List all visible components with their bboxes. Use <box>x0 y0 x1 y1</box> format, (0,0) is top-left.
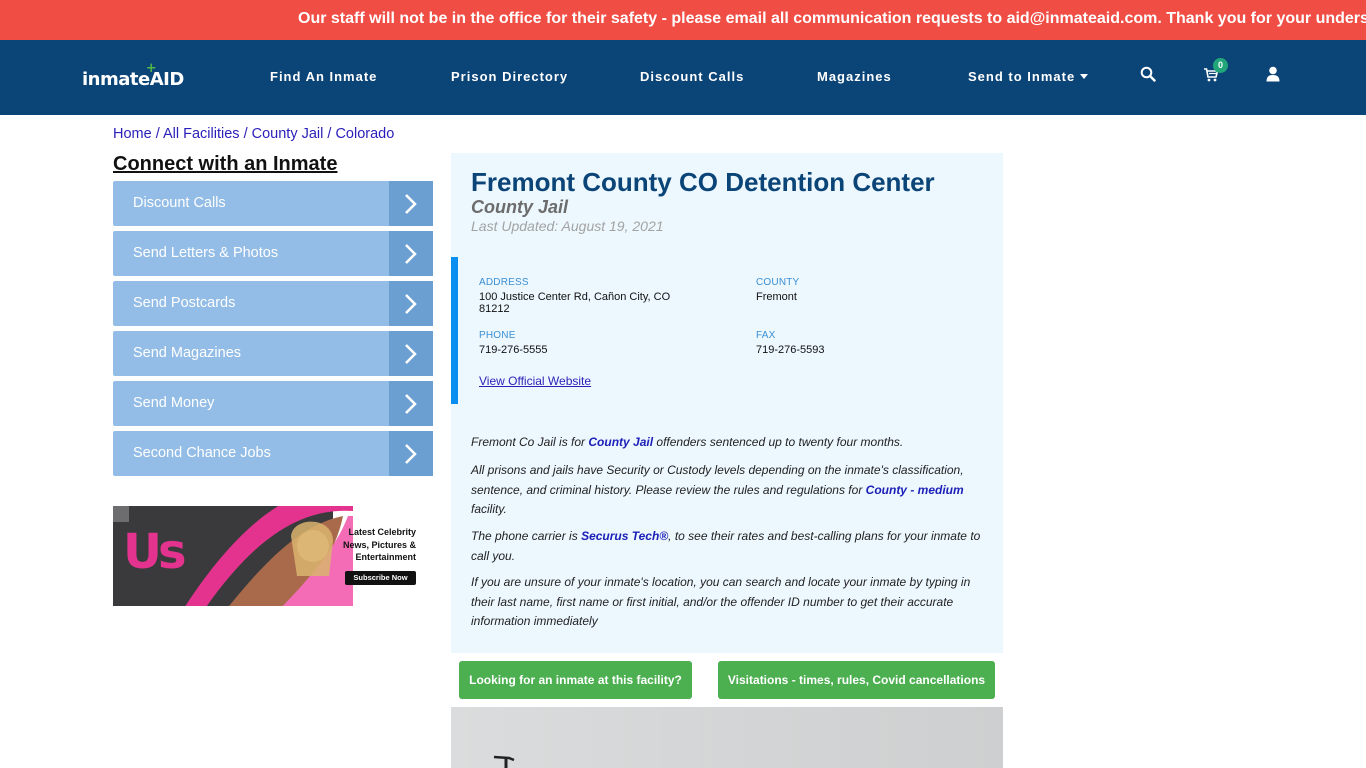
facility-photo <box>451 707 1003 768</box>
county-value: Fremont <box>756 291 797 303</box>
navbar: inmate + AID Find An Inmate Prison Direc… <box>0 40 1366 115</box>
cart-count-badge: 0 <box>1213 58 1228 73</box>
county-medium-link[interactable]: County - medium <box>866 483 964 497</box>
breadcrumb-separator: / <box>327 126 332 142</box>
user-icon <box>1266 66 1280 82</box>
site-logo[interactable]: inmate + AID <box>82 61 185 90</box>
facility-title: Fremont County CO Detention Center <box>471 167 935 197</box>
county-label: COUNTY <box>756 277 800 288</box>
chevron-right-icon <box>389 231 433 276</box>
ad-headline-line: News, Pictures & <box>342 539 416 550</box>
sidebar-item-second-chance-jobs[interactable]: Second Chance Jobs <box>113 431 433 476</box>
last-updated: Last Updated: August 19, 2021 <box>471 218 664 234</box>
breadcrumb-home[interactable]: Home <box>113 126 152 142</box>
facility-type: County Jail <box>471 197 569 217</box>
description-paragraph: All prisons and jails have Security or C… <box>471 461 991 520</box>
nav-magazines[interactable]: Magazines <box>817 69 892 84</box>
securus-tech-link[interactable]: Securus Tech® <box>581 529 668 543</box>
sidebar-item-label: Send Magazines <box>133 345 242 361</box>
chevron-right-icon <box>389 331 433 376</box>
alert-text: Our staff will not be in the office for … <box>298 10 1366 27</box>
ad-headline-line: Latest Celebrity <box>348 527 416 537</box>
address-label: ADDRESS <box>479 277 529 288</box>
street-lamp-shape <box>493 755 515 768</box>
sidebar-menu: Discount Calls Send Letters & Photos Sen… <box>113 181 433 481</box>
facility-panel: Fremont County CO Detention Center Count… <box>451 153 1003 653</box>
logo-plus-icon: + <box>145 61 157 76</box>
account-button[interactable] <box>1266 66 1286 86</box>
sidebar-item-send-postcards[interactable]: Send Postcards <box>113 281 433 326</box>
description-text: offenders sentenced up to twenty four mo… <box>653 435 904 449</box>
visitations-button[interactable]: Visitations - times, rules, Covid cancel… <box>718 661 995 699</box>
breadcrumb: Home / All Facilities / County Jail / Co… <box>113 126 394 142</box>
chevron-right-icon <box>389 381 433 426</box>
breadcrumb-separator: / <box>155 126 160 142</box>
search-icon <box>1140 66 1156 82</box>
sidebar-item-label: Send Postcards <box>133 295 236 311</box>
nav-discount-calls[interactable]: Discount Calls <box>640 69 744 84</box>
fax-label: FAX <box>756 330 776 341</box>
sidebar-item-discount-calls[interactable]: Discount Calls <box>113 181 433 226</box>
search-button[interactable] <box>1140 66 1160 86</box>
fax-value: 719-276-5593 <box>756 344 825 356</box>
nav-send-to-inmate-label: Send to Inmate <box>968 69 1076 84</box>
ad-subscribe-button[interactable]: Subscribe Now <box>345 571 416 585</box>
sidebar-item-label: Send Money <box>133 395 215 411</box>
sidebar-item-send-magazines[interactable]: Send Magazines <box>113 331 433 376</box>
address-line2: 81212 <box>479 303 510 315</box>
chevron-right-icon <box>389 281 433 326</box>
phone-value: 719-276-5555 <box>479 344 548 356</box>
logo-text-inmate: inmate <box>82 69 150 90</box>
address-line1: 100 Justice Center Rd, Cañon City, CO <box>479 291 671 303</box>
logo-text-aid: + AID <box>146 61 185 90</box>
description-paragraph: The phone carrier is Securus Tech®, to s… <box>471 527 991 566</box>
chevron-right-icon <box>389 181 433 226</box>
nav-prison-directory[interactable]: Prison Directory <box>451 69 568 84</box>
sidebar-item-send-letters-photos[interactable]: Send Letters & Photos <box>113 231 433 276</box>
sidebar-item-label: Second Chance Jobs <box>133 445 271 461</box>
county-jail-link[interactable]: County Jail <box>588 435 653 449</box>
alert-banner: Our staff will not be in the office for … <box>0 0 1366 40</box>
advertisement-banner[interactable]: Us Latest Celebrity News, Pictures & Ent… <box>113 506 433 606</box>
sidebar-item-send-money[interactable]: Send Money <box>113 381 433 426</box>
cart-button[interactable]: 0 <box>1203 58 1228 86</box>
ad-corner-mark <box>113 506 129 522</box>
ad-headline: Latest Celebrity News, Pictures & Entert… <box>326 526 416 564</box>
find-inmate-at-facility-button[interactable]: Looking for an inmate at this facility? <box>459 661 692 699</box>
description-text: Fremont Co Jail is for <box>471 435 589 449</box>
nav-find-an-inmate[interactable]: Find An Inmate <box>270 69 377 84</box>
caret-down-icon <box>1080 74 1089 79</box>
chevron-right-icon <box>389 431 433 476</box>
breadcrumb-colorado[interactable]: Colorado <box>335 126 394 142</box>
breadcrumb-separator: / <box>243 126 248 142</box>
sidebar-item-label: Discount Calls <box>133 195 226 211</box>
breadcrumb-all-facilities[interactable]: All Facilities <box>163 126 240 142</box>
nav-send-to-inmate[interactable]: Send to Inmate <box>968 69 1089 84</box>
connect-with-inmate-heading[interactable]: Connect with an Inmate <box>113 153 337 176</box>
breadcrumb-county-jail[interactable]: County Jail <box>252 126 324 142</box>
ad-brand-logo: Us <box>123 524 187 580</box>
facility-info-box: ADDRESS 100 Justice Center Rd, Cañon Cit… <box>451 257 1003 404</box>
description-paragraph: If you are unsure of your inmate's locat… <box>471 575 971 628</box>
description-text: The phone carrier is <box>471 529 582 543</box>
ad-headline-line: Entertainment <box>355 552 416 562</box>
sidebar-item-label: Send Letters & Photos <box>133 245 279 261</box>
description-text: facility. <box>471 502 507 516</box>
view-official-website-link[interactable]: View Official Website <box>479 374 591 388</box>
phone-label: PHONE <box>479 330 516 341</box>
description-paragraph: Fremont Co Jail is for County Jail offen… <box>471 433 991 453</box>
